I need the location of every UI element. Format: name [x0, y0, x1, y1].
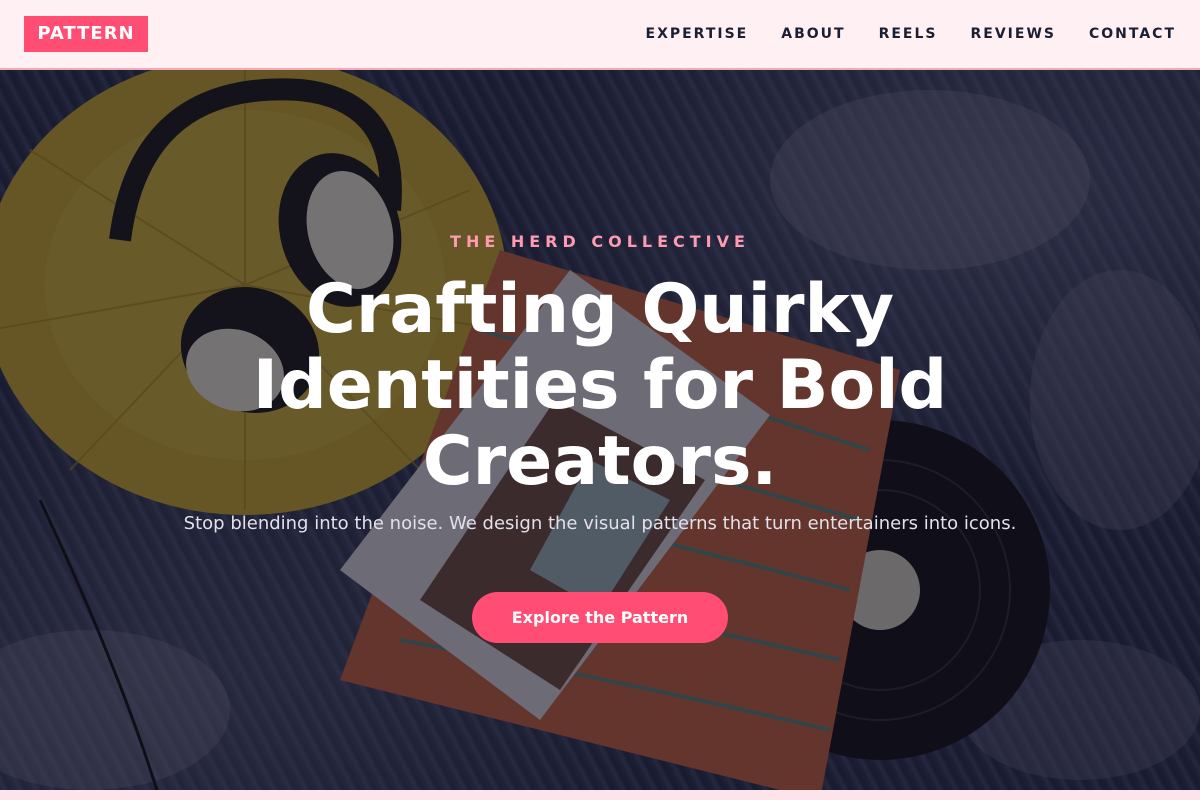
- headline-line-1: Crafting Quirky: [305, 270, 895, 349]
- nav-link-about[interactable]: ABOUT: [781, 26, 845, 42]
- top-navbar: PATTERN EXPERTISE ABOUT REELS REVIEWS CO…: [0, 0, 1200, 70]
- nav-links: EXPERTISE ABOUT REELS REVIEWS CONTACT: [646, 0, 1177, 68]
- nav-link-reviews[interactable]: REVIEWS: [971, 26, 1056, 42]
- nav-link-contact[interactable]: CONTACT: [1089, 26, 1176, 42]
- explore-pattern-button[interactable]: Explore the Pattern: [472, 592, 728, 643]
- hero-headline: Crafting Quirky Identities for Bold Crea…: [200, 272, 1000, 500]
- headline-line-3: Creators.: [422, 422, 778, 501]
- brand-logo[interactable]: PATTERN: [24, 16, 148, 52]
- headline-line-2: Identities for Bold: [252, 346, 948, 425]
- bottom-edge-bar: [0, 790, 1200, 800]
- hero-section: THE HERD COLLECTIVE Crafting Quirky Iden…: [0, 70, 1200, 800]
- hero-content: THE HERD COLLECTIVE Crafting Quirky Iden…: [0, 70, 1200, 800]
- nav-link-reels[interactable]: REELS: [879, 26, 938, 42]
- nav-link-expertise[interactable]: EXPERTISE: [646, 26, 749, 42]
- hero-subtext: Stop blending into the noise. We design …: [183, 513, 1017, 534]
- hero-eyebrow: THE HERD COLLECTIVE: [450, 232, 750, 251]
